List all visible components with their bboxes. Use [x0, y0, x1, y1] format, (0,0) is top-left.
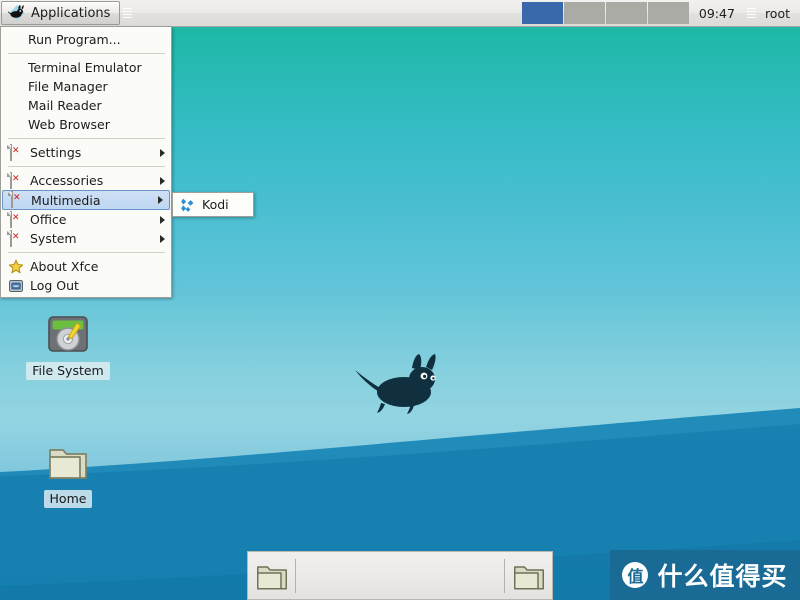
watermark-badge: 值	[622, 562, 649, 588]
star-icon	[8, 259, 24, 275]
dock-folder-launcher-right[interactable]	[505, 558, 552, 594]
submenu-arrow-icon	[158, 196, 163, 204]
dock-separator	[295, 558, 296, 593]
panel-handle-grip[interactable]	[123, 4, 133, 22]
menu-item-system[interactable]: System	[1, 229, 171, 248]
menu-item-about-xfce[interactable]: About Xfce	[1, 257, 171, 276]
menu-item-web-browser[interactable]: Web Browser	[1, 115, 171, 134]
submenu-arrow-icon	[160, 234, 165, 243]
menu-item-terminal-emulator[interactable]: Terminal Emulator	[1, 58, 171, 77]
broken-image-icon	[8, 210, 24, 228]
username-indicator[interactable]: root	[759, 0, 800, 26]
submenu-arrow-icon	[160, 148, 165, 157]
xfce-mouse-icon	[355, 354, 436, 414]
broken-image-icon	[8, 171, 24, 189]
menu-separator	[8, 53, 165, 54]
submenu-item-kodi[interactable]: Kodi	[173, 195, 253, 214]
broken-image-icon	[8, 143, 24, 161]
menu-item-mail-reader[interactable]: Mail Reader	[1, 96, 171, 115]
menu-item-log-out[interactable]: Log Out	[1, 276, 171, 295]
workspace-button-4[interactable]	[647, 2, 689, 24]
menu-item-accessories[interactable]: Accessories	[1, 171, 171, 190]
clock[interactable]: 09:47	[690, 0, 744, 26]
smzdm-watermark: 值 什么值得买	[610, 550, 800, 600]
workspace-button-1[interactable]	[521, 2, 563, 24]
folder-icon	[256, 565, 287, 589]
menu-item-file-manager[interactable]: File Manager	[1, 77, 171, 96]
desktop-icon-file-system[interactable]: File System	[20, 310, 116, 380]
menu-item-office[interactable]: Office	[1, 210, 171, 229]
applications-menu-button[interactable]: Applications	[1, 1, 121, 25]
menu-item-run-program[interactable]: Run Program...	[1, 30, 171, 49]
panel-spacer	[135, 0, 521, 26]
workspace-button-2[interactable]	[563, 2, 605, 24]
applications-button-label: Applications	[31, 5, 111, 21]
desktop-icon-home[interactable]: Home	[20, 438, 116, 508]
logout-icon	[8, 278, 24, 294]
submenu-arrow-icon	[160, 176, 165, 185]
top-panel: Applications 09:47 root	[0, 0, 800, 27]
desktop-icon-label: Home	[43, 490, 93, 508]
kodi-icon	[180, 197, 196, 213]
dock-folder-launcher-left[interactable]	[248, 558, 295, 594]
menu-separator	[8, 138, 165, 139]
menu-item-multimedia[interactable]: Multimedia	[2, 190, 170, 210]
workspace-switcher[interactable]	[521, 0, 690, 26]
menu-separator	[8, 166, 165, 167]
bottom-dock-panel	[247, 551, 553, 600]
panel-separator-grip	[746, 4, 756, 22]
broken-image-icon	[8, 229, 24, 247]
desktop-icon-label: File System	[26, 362, 110, 380]
folder-icon	[49, 449, 87, 479]
workspace-button-3[interactable]	[605, 2, 647, 24]
multimedia-submenu: Kodi	[172, 192, 254, 217]
menu-item-settings[interactable]: Settings	[1, 143, 171, 162]
harddisk-icon	[48, 316, 88, 352]
menu-separator	[8, 252, 165, 253]
applications-menu: Run Program... Terminal Emulator File Ma…	[0, 27, 172, 298]
submenu-arrow-icon	[160, 215, 165, 224]
xfce-mouse-icon	[8, 5, 25, 21]
broken-image-icon	[9, 191, 25, 208]
folder-icon	[513, 565, 544, 589]
watermark-text: 什么值得买	[657, 562, 788, 591]
